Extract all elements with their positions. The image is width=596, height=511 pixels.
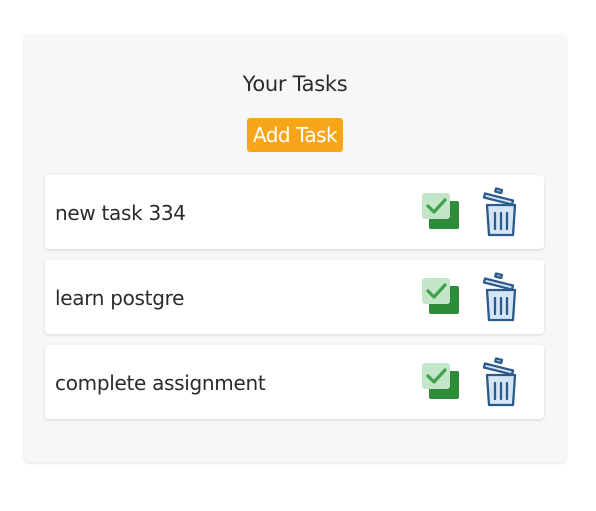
tasks-panel: Your Tasks Add Task new task 334 learn p… bbox=[24, 34, 566, 462]
trash-icon[interactable] bbox=[481, 355, 521, 407]
check-icon[interactable] bbox=[421, 277, 461, 317]
task-text: learn postgre bbox=[55, 286, 185, 310]
task-text: new task 334 bbox=[55, 201, 186, 225]
page-title: Your Tasks bbox=[242, 72, 348, 96]
task-item: new task 334 bbox=[45, 175, 544, 249]
task-item: learn postgre bbox=[45, 260, 544, 334]
task-text: complete assignment bbox=[55, 371, 266, 395]
trash-icon[interactable] bbox=[481, 185, 521, 237]
check-icon[interactable] bbox=[421, 362, 461, 402]
trash-icon[interactable] bbox=[481, 270, 521, 322]
task-item: complete assignment bbox=[45, 345, 544, 419]
check-icon[interactable] bbox=[421, 192, 461, 232]
add-task-button[interactable]: Add Task bbox=[247, 118, 343, 152]
